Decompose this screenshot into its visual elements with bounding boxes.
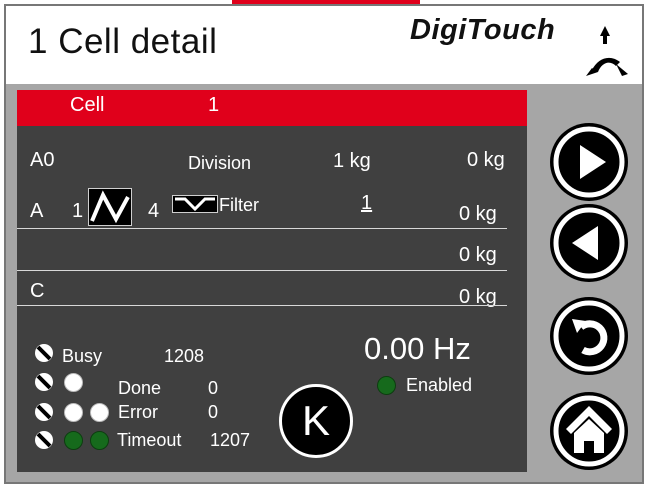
logo-text: DigiTouch bbox=[410, 14, 556, 46]
busy-value: 1208 bbox=[164, 346, 205, 366]
error-state-icon bbox=[35, 403, 53, 421]
divider bbox=[17, 270, 507, 271]
timeout-indicator-2 bbox=[90, 431, 109, 450]
previous-button[interactable] bbox=[550, 204, 628, 282]
waveform-toggle[interactable] bbox=[88, 188, 132, 226]
home-icon bbox=[553, 395, 625, 467]
a-weight: 0 kg bbox=[459, 203, 497, 225]
home-button[interactable] bbox=[550, 392, 628, 470]
next-button[interactable] bbox=[550, 123, 628, 201]
filter-label: Filter bbox=[219, 195, 259, 215]
channel-a-label: A bbox=[30, 200, 44, 222]
enabled-indicator bbox=[377, 376, 396, 395]
timeout-indicator-1 bbox=[64, 431, 83, 450]
division-value[interactable]: 1 kg bbox=[333, 150, 371, 173]
cell-label: Cell bbox=[70, 94, 105, 116]
k-button[interactable]: K bbox=[279, 384, 353, 458]
logo-mark-icon bbox=[586, 26, 628, 76]
cell-number: 1 bbox=[208, 94, 220, 116]
done-state-icon bbox=[35, 373, 53, 391]
channel-a0-label: A0 bbox=[30, 149, 55, 171]
enabled-label: Enabled bbox=[406, 375, 473, 395]
timeout-label: Timeout bbox=[117, 430, 182, 450]
timeout-value: 1207 bbox=[210, 430, 251, 450]
frequency-readout: 0.00 Hz bbox=[364, 331, 471, 366]
row3-weight: 0 kg bbox=[459, 244, 497, 266]
back-icon bbox=[553, 207, 625, 279]
channel-c-label: C bbox=[30, 280, 45, 302]
a-range-low: 1 bbox=[72, 200, 84, 222]
done-indicator-1 bbox=[64, 373, 83, 392]
timeout-state-icon bbox=[35, 431, 53, 449]
busy-label: Busy bbox=[62, 346, 103, 366]
filter-value[interactable]: 1 bbox=[361, 192, 372, 215]
divider bbox=[17, 305, 507, 306]
page-title: 1 Cell detail bbox=[28, 22, 218, 61]
done-label: Done bbox=[118, 378, 162, 398]
undo-icon bbox=[553, 300, 625, 372]
play-icon bbox=[553, 126, 625, 198]
filter-toggle[interactable] bbox=[172, 195, 218, 213]
done-value: 0 bbox=[208, 378, 219, 398]
waveform-icon bbox=[90, 190, 130, 224]
busy-state-icon bbox=[35, 344, 53, 362]
undo-button[interactable] bbox=[550, 297, 628, 375]
error-indicator-1 bbox=[64, 403, 83, 422]
error-indicator-2 bbox=[90, 403, 109, 422]
filter-wave-icon bbox=[175, 197, 215, 212]
error-value: 0 bbox=[208, 402, 219, 422]
division-label: Division bbox=[188, 153, 252, 173]
k-button-label: K bbox=[301, 397, 330, 444]
a-range-high: 4 bbox=[148, 200, 160, 222]
a0-weight: 0 kg bbox=[467, 149, 505, 171]
divider bbox=[17, 228, 507, 229]
error-label: Error bbox=[118, 402, 158, 422]
